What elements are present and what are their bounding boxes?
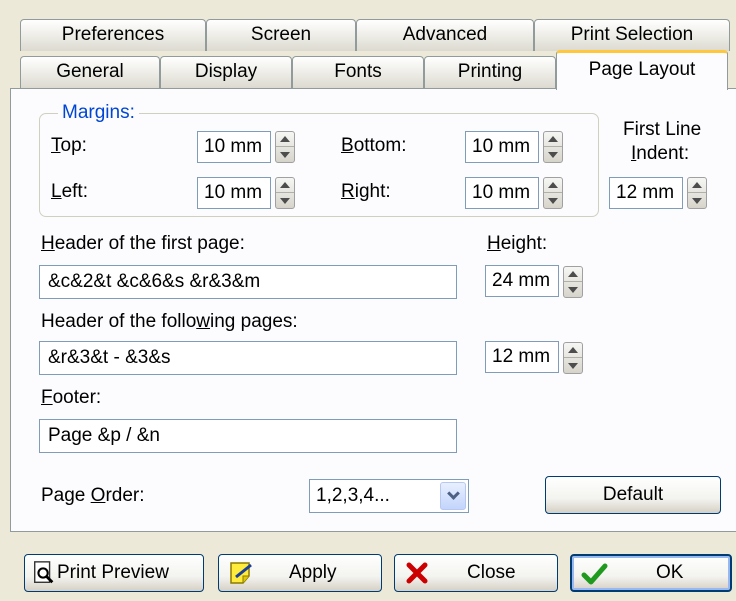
spin-down-icon[interactable] — [688, 193, 706, 208]
spin-down-icon[interactable] — [276, 193, 294, 208]
footer-input[interactable]: Page &p / &n — [39, 419, 457, 453]
spin-up-icon[interactable] — [564, 343, 582, 358]
spin-down-icon[interactable] — [564, 358, 582, 373]
header-first-height-spinner[interactable] — [563, 266, 583, 298]
apply-label: Apply — [289, 562, 337, 583]
header-following-label: Header of the following pages: — [41, 311, 298, 332]
default-button[interactable]: Default — [545, 476, 721, 514]
spin-up-icon[interactable] — [276, 178, 294, 193]
first-line-indent-label-line2: Indent: — [631, 143, 690, 164]
tab-display[interactable]: Display — [160, 56, 292, 88]
tab-screen[interactable]: Screen — [206, 19, 356, 51]
page-order-value: 1,2,3,4... — [316, 485, 390, 506]
ok-button[interactable]: OK — [570, 554, 732, 592]
left-margin-spinner[interactable] — [275, 177, 295, 209]
magnifier-page-icon — [34, 561, 54, 584]
height-label: Height: — [487, 233, 548, 254]
header-first-input[interactable]: &c&2&t &c&6&s &r&3&m — [39, 265, 457, 299]
left-label: Left: — [51, 181, 88, 202]
print-preview-label: Print Preview — [57, 562, 169, 583]
top-label: Top: — [51, 135, 87, 156]
apply-button[interactable]: Apply — [218, 554, 382, 592]
right-margin-spinner[interactable] — [543, 177, 563, 209]
right-label: Right: — [341, 181, 391, 202]
spin-up-icon[interactable] — [544, 132, 562, 147]
header-following-height-field[interactable]: 12 mm — [485, 341, 559, 373]
left-margin-field[interactable]: 10 mm — [197, 177, 271, 209]
spin-down-icon[interactable] — [544, 147, 562, 162]
ok-label: OK — [656, 562, 684, 583]
tab-printing[interactable]: Printing — [424, 56, 556, 88]
note-pencil-icon — [230, 562, 252, 584]
footer-label: Footer: — [41, 387, 102, 408]
page-order-select[interactable]: 1,2,3,4... — [309, 479, 469, 513]
bottom-label: Bottom: — [341, 135, 407, 156]
spin-up-icon[interactable] — [564, 267, 582, 282]
margins-legend: Margins: — [58, 102, 139, 124]
spin-up-icon[interactable] — [544, 178, 562, 193]
header-following-input[interactable]: &r&3&t - &3&s — [39, 341, 457, 375]
bottom-margin-field[interactable]: 10 mm — [465, 131, 539, 163]
bottom-margin-spinner[interactable] — [543, 131, 563, 163]
tab-general[interactable]: General — [20, 56, 160, 88]
spin-up-icon[interactable] — [688, 178, 706, 193]
header-first-height-field[interactable]: 24 mm — [485, 265, 559, 297]
default-button-label: Default — [602, 484, 664, 505]
tab-preferences[interactable]: Preferences — [20, 19, 206, 51]
close-button[interactable]: Close — [394, 554, 558, 592]
spin-down-icon[interactable] — [276, 147, 294, 162]
tab-page-layout[interactable]: Page Layout — [556, 50, 728, 90]
tab-advanced[interactable]: Advanced — [356, 19, 534, 51]
print-preview-button[interactable]: Print Preview — [24, 554, 204, 592]
spin-down-icon[interactable] — [564, 282, 582, 297]
tab-print-selection[interactable]: Print Selection — [534, 19, 730, 51]
top-margin-field[interactable]: 10 mm — [197, 131, 271, 163]
page-layout-panel: Margins: Top: 10 mm Bottom: 10 mm Left: … — [10, 88, 736, 532]
first-line-indent-field[interactable]: 12 mm — [609, 177, 683, 209]
red-x-icon — [406, 562, 428, 584]
chevron-down-icon[interactable] — [440, 482, 466, 510]
spin-down-icon[interactable] — [544, 193, 562, 208]
header-first-label: Header of the first page: — [41, 233, 245, 254]
header-following-height-spinner[interactable] — [563, 342, 583, 374]
tab-fonts[interactable]: Fonts — [292, 56, 424, 88]
green-check-icon — [581, 563, 608, 585]
spin-up-icon[interactable] — [276, 132, 294, 147]
first-line-indent-label-line1: First Line — [623, 119, 702, 140]
close-label: Close — [467, 562, 516, 583]
page-order-label: Page Order: — [41, 485, 145, 506]
top-margin-spinner[interactable] — [275, 131, 295, 163]
first-line-indent-spinner[interactable] — [687, 177, 707, 209]
right-margin-field[interactable]: 10 mm — [465, 177, 539, 209]
